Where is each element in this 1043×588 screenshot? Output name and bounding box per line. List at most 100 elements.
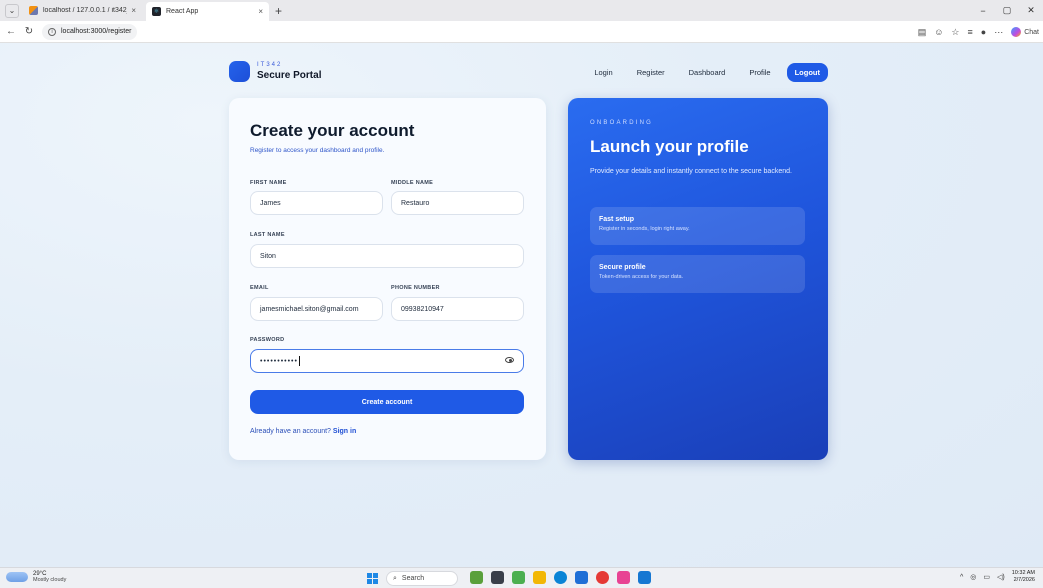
window-controls: − ▢ ✕	[971, 0, 1043, 21]
copilot-icon	[1011, 27, 1022, 37]
onboarding-panel: ONBOARDING Launch your profile Provide y…	[568, 98, 828, 460]
app-icon[interactable]	[617, 571, 630, 584]
email-label: EMAIL	[250, 285, 269, 291]
copilot-button[interactable]: Chat	[1011, 27, 1039, 37]
logout-button[interactable]: Logout	[786, 63, 828, 82]
profile-icon[interactable]: ●	[981, 27, 986, 37]
top-nav: Login Register Dashboard Profile Logout	[570, 63, 828, 82]
app-icon[interactable]	[512, 571, 525, 584]
signin-prompt-text: Already have an account?	[250, 428, 331, 435]
feature-title: Secure profile	[599, 264, 646, 271]
feature-card: Secure profile Token-driven access for y…	[590, 255, 805, 293]
maximize-icon[interactable]: ▢	[995, 5, 1019, 16]
address-bar: ← ↻ i localhost:3000/register ▤ ☺ ☆ ≡ ● …	[0, 21, 1043, 43]
start-icon[interactable]	[367, 573, 378, 584]
url-text: localhost:3000/register	[61, 28, 132, 35]
first-name-input[interactable]: James	[250, 191, 383, 215]
password-input[interactable]: •••••••••••	[250, 349, 524, 373]
edge-icon[interactable]	[554, 571, 567, 584]
feature-card: Fast setup Register in seconds, login ri…	[590, 207, 805, 245]
tab-list-button[interactable]: ⌄	[5, 3, 19, 18]
clock-date: 2/7/2026	[1013, 577, 1035, 583]
last-name-input[interactable]: Siton	[250, 244, 524, 268]
taskbar-search[interactable]: ⌕ Search	[386, 571, 458, 586]
cloud-icon	[6, 572, 28, 582]
close-tab-icon[interactable]: ×	[131, 6, 136, 15]
brand-logo-icon	[229, 61, 250, 82]
toolbar-right: ▤ ☺ ☆ ≡ ● ⋯ Chat	[918, 21, 1039, 43]
middle-name-input[interactable]: Restauro	[391, 191, 524, 215]
phpmyadmin-icon	[29, 6, 38, 15]
site-info-icon[interactable]: i	[48, 27, 56, 36]
search-icon: ⌕	[393, 574, 397, 582]
page-viewport: IT342 Secure Portal Login Register Dashb…	[0, 43, 1043, 567]
weather-widget[interactable]: 29°C Mostly cloudy	[6, 571, 66, 583]
copilot-label: Chat	[1024, 28, 1039, 36]
close-window-icon[interactable]: ✕	[1019, 5, 1043, 16]
favorites-icon[interactable]: ≡	[968, 27, 973, 37]
reader-icon[interactable]: ▤	[918, 27, 927, 38]
new-tab-button[interactable]: +	[275, 4, 282, 18]
browser-tab-bar: ⌄ localhost / 127.0.0.1 / it342_g4_si × …	[0, 0, 1043, 21]
signin-prompt: Already have an account? Sign in	[250, 428, 356, 435]
email-input[interactable]: jamesmichael.siton@gmail.com	[250, 297, 383, 321]
onboarding-title: Launch your profile	[590, 137, 749, 156]
tab-label: React App	[166, 8, 199, 15]
chrome-icon[interactable]	[596, 571, 609, 584]
vscode-icon[interactable]	[638, 571, 651, 584]
taskbar: 29°C Mostly cloudy ⌕ Search ^ ◎ ▭ ◁) 10:…	[0, 567, 1043, 588]
react-icon: ⚛	[152, 7, 161, 16]
network-icon[interactable]: ◎	[970, 573, 976, 581]
create-account-button[interactable]: Create account	[250, 390, 524, 414]
feature-detail: Token-driven access for your data.	[599, 274, 684, 280]
store-icon[interactable]	[575, 571, 588, 584]
nav-profile[interactable]: Profile	[749, 68, 770, 77]
password-value: •••••••••••	[260, 357, 298, 365]
widget-app-icon[interactable]	[470, 571, 483, 584]
search-label: Search	[401, 575, 425, 582]
register-card: Create your account Register to access y…	[229, 98, 546, 460]
back-icon[interactable]: ←	[4, 26, 18, 37]
clock-time: 10:32 AM	[1011, 570, 1035, 576]
task-view-icon[interactable]	[491, 571, 504, 584]
onboarding-kicker: ONBOARDING	[590, 120, 654, 126]
favorite-star-icon[interactable]: ☆	[951, 27, 959, 38]
brand-kicker: IT342	[257, 62, 283, 68]
more-icon[interactable]: ⋯	[994, 27, 1003, 38]
nav-login[interactable]: Login	[594, 68, 612, 77]
minimize-icon[interactable]: −	[971, 6, 995, 16]
nav-dashboard[interactable]: Dashboard	[689, 68, 726, 77]
form-title: Create your account	[250, 121, 415, 140]
tab-label: localhost / 127.0.0.1 / it342_g4_si	[43, 7, 127, 14]
chevron-up-icon[interactable]: ^	[960, 574, 963, 581]
brand-name: Secure Portal	[257, 70, 322, 81]
tab-react-app[interactable]: ⚛ React App ×	[146, 2, 269, 21]
taskbar-apps	[470, 571, 651, 584]
last-name-label: LAST NAME	[250, 232, 285, 238]
tab-phpmyadmin[interactable]: localhost / 127.0.0.1 / it342_g4_si ×	[23, 2, 142, 19]
middle-name-label: MIDDLE NAME	[391, 180, 434, 186]
refresh-icon[interactable]: ↻	[22, 26, 36, 37]
feature-detail: Register in seconds, login right away.	[599, 226, 690, 232]
phone-label: PHONE NUMBER	[391, 285, 440, 291]
first-name-label: FIRST NAME	[250, 180, 287, 186]
weather-desc: Mostly cloudy	[33, 577, 67, 583]
system-tray: ^ ◎ ▭ ◁) 10:32 AM 2/7/2026	[960, 570, 1035, 584]
show-password-icon[interactable]	[505, 357, 514, 363]
phone-input[interactable]: 09938210947	[391, 297, 524, 321]
close-tab-icon[interactable]: ×	[258, 7, 263, 16]
clock[interactable]: 10:32 AM 2/7/2026	[1012, 570, 1035, 584]
form-subtitle: Register to access your dashboard and pr…	[250, 147, 385, 154]
brand[interactable]: IT342 Secure Portal	[229, 61, 321, 82]
text-caret	[298, 356, 300, 366]
nav-register[interactable]: Register	[637, 68, 665, 77]
volume-icon[interactable]: ◁)	[997, 573, 1005, 581]
feature-title: Fast setup	[599, 216, 635, 223]
url-field[interactable]: i localhost:3000/register	[42, 23, 137, 40]
battery-icon[interactable]: ▭	[983, 573, 990, 581]
emoji-icon[interactable]: ☺	[934, 27, 943, 37]
password-label: PASSWORD	[250, 337, 285, 343]
file-explorer-icon[interactable]	[533, 571, 546, 584]
signin-link[interactable]: Sign in	[333, 428, 356, 435]
onboarding-description: Provide your details and instantly conne…	[590, 168, 792, 175]
